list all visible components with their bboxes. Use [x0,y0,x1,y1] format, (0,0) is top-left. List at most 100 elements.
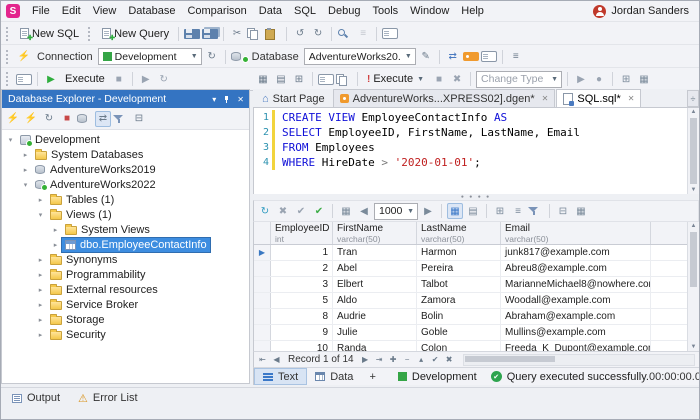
scroll-up-icon[interactable]: ▲ [688,223,699,229]
expander-icon[interactable]: ▸ [36,196,45,204]
grid-cell[interactable]: 10 [271,341,333,351]
grid-cell[interactable]: Freeda_K_Dupont@example.com [501,341,651,351]
results-tab-data[interactable]: Data [307,368,361,385]
expander-icon[interactable]: ▾ [6,136,15,144]
tab-error-list[interactable]: ⚠ Error List [70,388,146,408]
close-icon[interactable]: ✕ [237,95,244,104]
query-doc-icon[interactable] [318,73,334,85]
tab-output[interactable]: Output [4,388,68,408]
menu-data[interactable]: Data [253,1,288,21]
cut-icon[interactable]: ✂ [229,26,245,42]
scrollbar-thumb[interactable] [464,355,555,362]
append-record-button[interactable]: ✚ [387,353,400,366]
start-debug-icon[interactable]: ▶ [573,71,589,87]
grid-cell[interactable]: Talbot [417,277,501,292]
execute-play-icon[interactable]: ▶ [43,71,59,87]
scrollbar-thumb[interactable] [690,232,697,287]
tree-item-dbo-employeecontactinfo[interactable]: ▸ dbo.EmployeeContactInfo [2,236,249,253]
close-icon[interactable]: ✕ [542,94,549,103]
expander-icon[interactable]: ▸ [21,151,30,159]
grid-cell[interactable]: Abel [333,261,417,276]
filter-objects-icon[interactable] [113,114,129,124]
grid-cell[interactable]: Abreu8@example.com [501,261,651,276]
stop-icon[interactable]: ■ [111,71,127,87]
grid-cell[interactable]: Bolin [417,309,501,324]
expander-icon[interactable]: ▸ [51,241,60,249]
expander-icon[interactable]: ▸ [36,286,45,294]
code-line[interactable]: 4 WHERE HireDate > '2020-01-01'; [254,155,687,170]
stop-execution-icon[interactable]: ■ [431,71,447,87]
key-columns-icon[interactable]: ▦ [573,203,589,219]
sql-editor[interactable]: 1 CREATE VIEW EmployeeContactInfo AS 2 SELE… [253,108,687,194]
sync-with-editor-icon[interactable]: ⇄ [95,110,111,127]
delete-record-button[interactable]: − [401,353,414,366]
tree-item-tables-1[interactable]: ▸ Tables (1) [2,192,249,207]
expander-icon[interactable]: ▸ [36,316,45,324]
menu-view[interactable]: View [87,1,123,21]
tab-sql-document[interactable]: SQL.sql* ✕ [556,89,642,107]
undo-icon[interactable]: ↺ [292,26,308,42]
filter-data-icon[interactable] [528,206,544,216]
save-all-icon[interactable] [202,28,219,39]
grid-cell[interactable]: Mullins@example.com [501,325,651,340]
new-document-icon[interactable] [382,28,399,39]
new-window-icon[interactable] [16,73,32,85]
code-line[interactable]: 2 SELECT EmployeeID, FirstName, LastName,… [254,125,687,140]
connection-combo[interactable]: Development ▼ [97,48,202,65]
refresh-explorer-icon[interactable]: ↻ [41,111,57,127]
tree-item-adventureworks2019[interactable]: ▸ AdventureWorks2019 [2,162,249,177]
tree-item-service-broker[interactable]: ▸ Service Broker [2,297,249,312]
row-limit-combo[interactable]: 1000 ▼ [374,202,418,220]
table-row[interactable]: 9 Julie Goble Mullins@example.com [254,325,687,341]
scrollbar-thumb[interactable] [690,118,697,184]
grid-cell[interactable]: Aldo [333,293,417,308]
cancel-execution-icon[interactable]: ✖ [449,71,465,87]
refresh-data-icon[interactable]: ↻ [257,203,273,219]
text-results-view-icon[interactable]: ▤ [465,203,481,219]
aggregates-icon[interactable]: ≡ [510,203,526,219]
grid-cell[interactable]: 3 [271,277,333,292]
editor-scrollbar[interactable]: ▲ ▼ [687,108,699,194]
table-row[interactable]: 2 Abel Pereira Abreu8@example.com [254,261,687,277]
expander-icon[interactable]: ▸ [36,331,45,339]
grid-cell[interactable]: 2 [271,261,333,276]
grid-cell[interactable]: Tran [333,245,417,260]
table-row[interactable]: 5 Aldo Zamora Woodall@example.com [254,293,687,309]
execute-script-button[interactable]: ! Execute ▼ [363,72,429,86]
grid-cell[interactable]: Elbert [333,277,417,292]
grid-view-icon[interactable]: ▦ [447,203,463,219]
debug-run-icon[interactable]: ▶ [138,71,154,87]
results-layout-icon[interactable]: ⊞ [291,71,307,87]
save-icon[interactable] [184,28,201,39]
tree-item-external-resources[interactable]: ▸ External resources [2,282,249,297]
post-edit-button[interactable]: ✔ [429,353,442,366]
grid-cell[interactable]: 8 [271,309,333,324]
code-line[interactable]: 3 FROM Employees [254,140,687,155]
close-icon[interactable]: ✕ [628,94,635,103]
tree-item-system-databases[interactable]: ▸ System Databases [2,147,249,162]
menu-database[interactable]: Database [122,1,181,21]
expander-icon[interactable]: ▸ [36,301,45,309]
column-header-firstname[interactable]: FirstName varchar(50) [333,222,417,244]
data-generator-icon[interactable] [462,52,479,61]
grid-cell[interactable]: 5 [271,293,333,308]
grid-cell[interactable]: Abraham@example.com [501,309,651,324]
tree-item-programmability[interactable]: ▸ Programmability [2,267,249,282]
card-view-icon[interactable]: ⊞ [492,203,508,219]
edit-icon[interactable]: ✎ [418,49,434,65]
column-header-employeeid[interactable]: EmployeeID int [271,222,333,244]
database-icon[interactable] [230,51,249,63]
table-row[interactable]: 3 Elbert Talbot MarianneMichael8@nowhere.co… [254,277,687,293]
row-indicator[interactable] [254,325,271,340]
explorer-header[interactable]: Database Explorer - Development ▾ ✕ [2,90,249,108]
change-type-combo[interactable]: Change Type ▼ [476,70,563,88]
grid-corner[interactable] [254,222,271,244]
grid-cell[interactable]: Colon [417,341,501,351]
editor-split-handle[interactable]: ÷ [687,90,699,107]
tab-start-page[interactable]: ⌂ Start Page [255,89,332,107]
menu-sql[interactable]: SQL [288,1,322,21]
paste-icon[interactable] [265,28,281,40]
grid-cell[interactable]: Pereira [417,261,501,276]
tab-data-generator[interactable]: AdventureWorks...XPRESS02].dgen* ✕ [332,89,556,107]
grid-cell[interactable]: MarianneMichael8@nowhere.com [501,277,651,292]
